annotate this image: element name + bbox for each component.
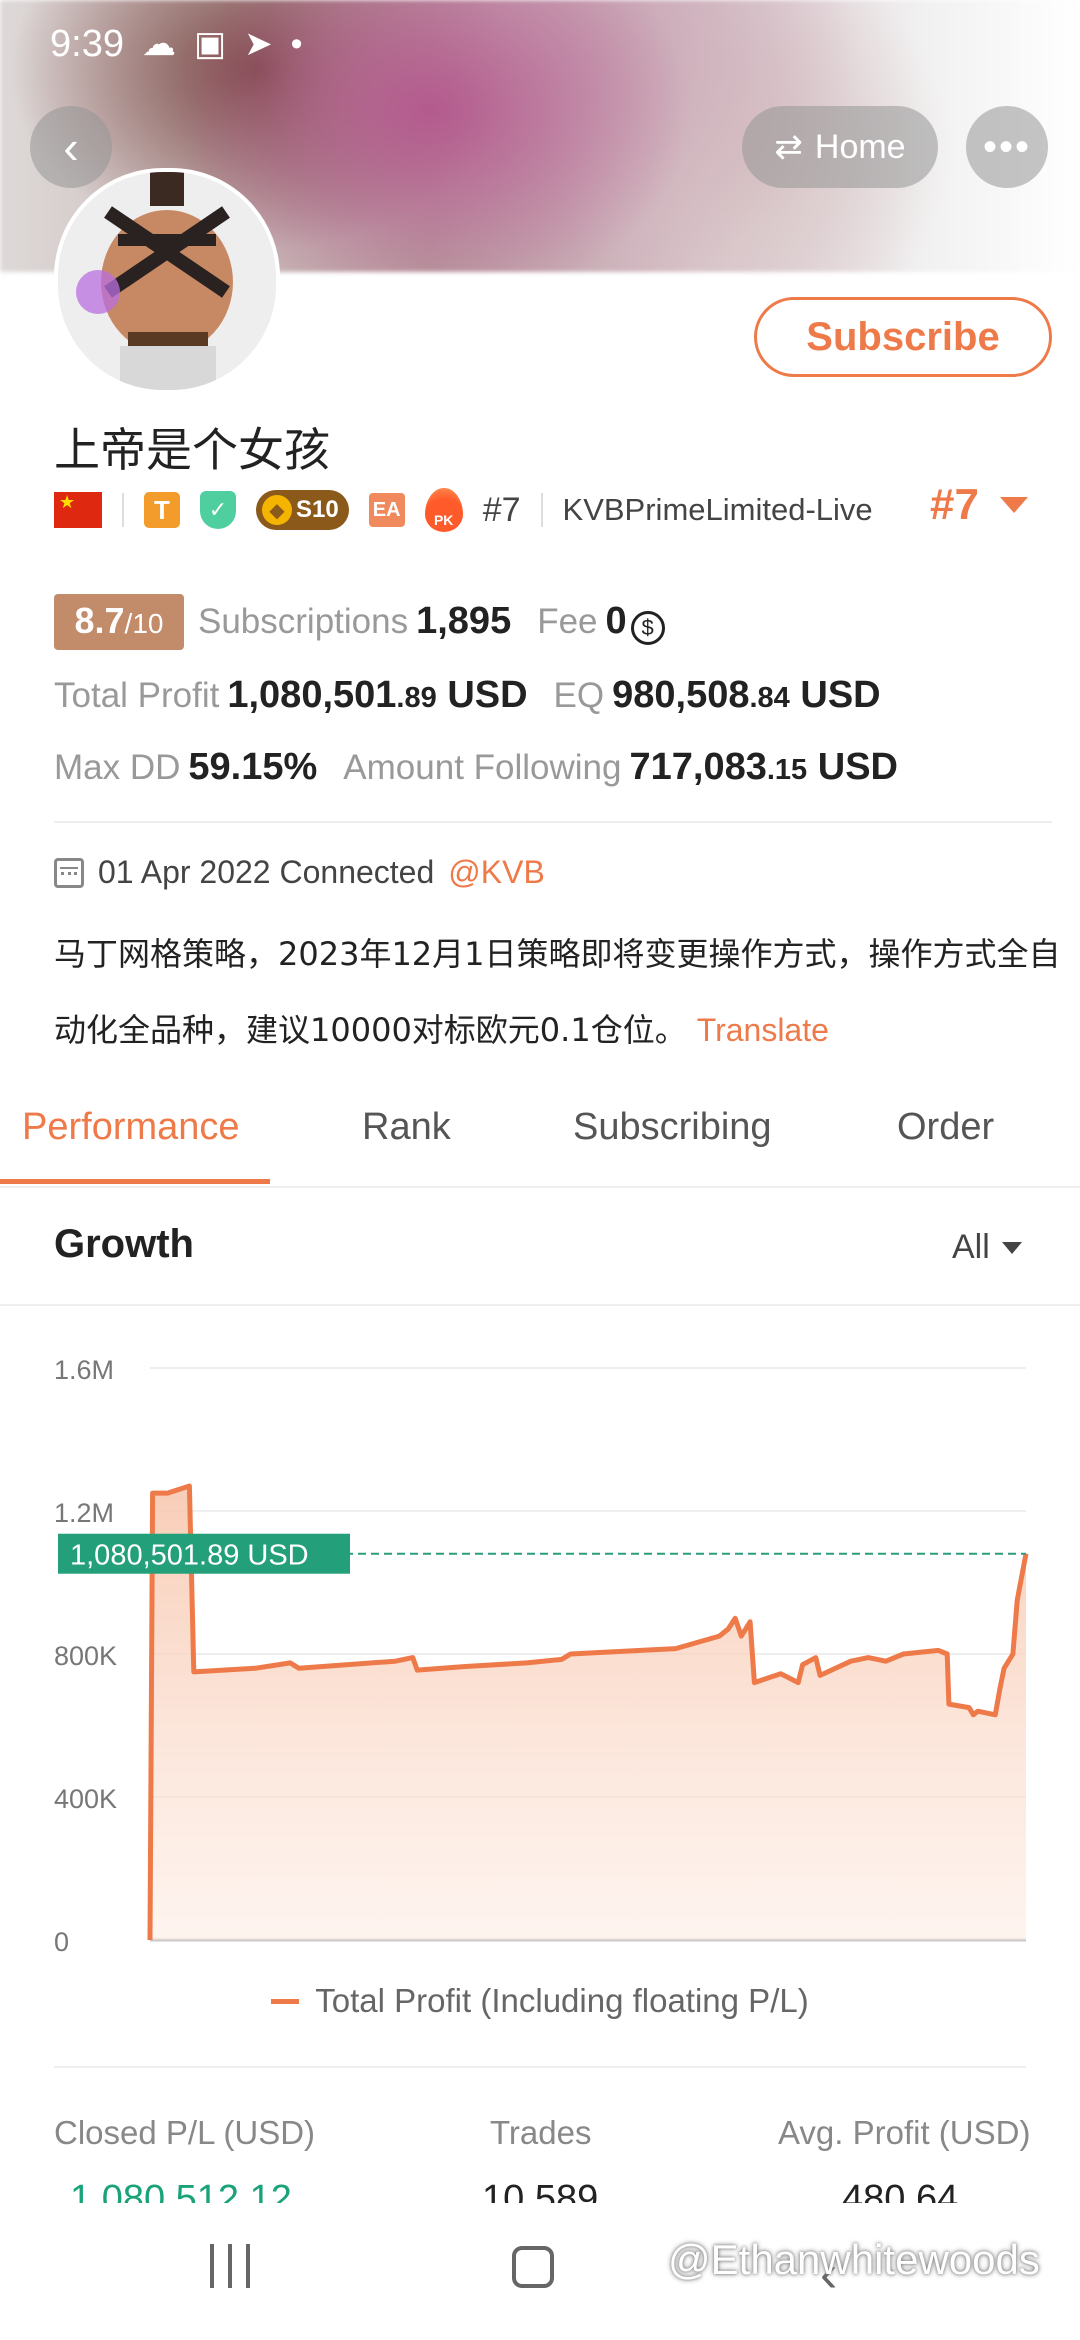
- swap-icon: ⇄: [774, 128, 803, 166]
- caret-down-icon[interactable]: [1000, 497, 1028, 513]
- more-dots-icon: •••: [982, 124, 1031, 169]
- fee-value: 0: [605, 600, 627, 642]
- status-bar: 9:39 ☁ ▣ ➤ •: [50, 20, 303, 68]
- diamond-icon: ◆: [262, 495, 292, 525]
- connected-date: 01 Apr 2022 Connected: [98, 854, 435, 890]
- growth-chart[interactable]: 0400K800K1.2M1.6M 1,080,501.89 USD 10 No…: [0, 1320, 1080, 1960]
- trades-label: Trades: [490, 2114, 592, 2151]
- description-text: 马丁网格策略，2023年12月1日策略即将变更操作方式，操作方式全自动化全品种，…: [54, 935, 1061, 1049]
- china-flag-icon: [54, 492, 102, 528]
- range-dropdown[interactable]: All: [952, 1228, 1022, 1267]
- weather-icon: ☁: [141, 25, 176, 63]
- recents-icon: [210, 2244, 214, 2288]
- y-tick-label: 400K: [54, 1784, 117, 1814]
- broker-name: KVBPrimeLimited-Live: [562, 492, 873, 527]
- subscriptions-label: Subscriptions: [198, 602, 409, 641]
- tab-bar: Performance Rank Subscribing Order: [0, 1100, 1080, 1188]
- y-tick-label: 800K: [54, 1641, 117, 1671]
- divider: [54, 821, 1052, 823]
- connected-row: 01 Apr 2022 Connected @KVB: [54, 854, 545, 891]
- y-tick-label: 0: [54, 1927, 69, 1957]
- trades-value: 10,589: [482, 2178, 599, 2203]
- watermark: @Ethanwhitewoods: [668, 2236, 1040, 2283]
- pk-flame-icon: PK: [424, 488, 463, 532]
- max-dd-value: 59.15%: [188, 746, 318, 788]
- legend-swatch: [271, 1998, 300, 2004]
- avg-profit-label: Avg. Profit (USD): [778, 2114, 1031, 2151]
- caret-down-icon: [1001, 1241, 1022, 1254]
- more-button[interactable]: •••: [966, 106, 1048, 188]
- legend-label: Total Profit (Including floating P/L): [315, 1982, 809, 2019]
- home-label: Home: [814, 127, 906, 166]
- closed-pl-value: 1,080,512.12: [70, 2178, 292, 2203]
- season-label: S10: [296, 496, 339, 523]
- stats-row-1: 8.7 /10 Subscriptions 1,895 Fee 0 $: [54, 594, 665, 650]
- score-badge: 8.7 /10: [54, 594, 184, 650]
- chevron-left-icon: ‹: [63, 121, 79, 173]
- max-dd-label: Max DD: [54, 748, 181, 787]
- verified-shield-icon: ✓: [200, 491, 236, 529]
- subscribe-button[interactable]: Subscribe: [754, 297, 1052, 377]
- eq-value: 980,508.84 USD: [612, 674, 881, 716]
- tab-rank[interactable]: Rank: [362, 1106, 451, 1149]
- closed-pl-label: Closed P/L (USD): [54, 2114, 316, 2151]
- avatar[interactable]: [54, 168, 280, 394]
- score-denominator: /10: [124, 608, 164, 639]
- send-icon: ➤: [244, 25, 273, 63]
- badge-row: T ✓ ◆ S10 EA PK #7 KVBPrimeLimited-Live: [54, 486, 873, 534]
- gallery-icon: ▣: [193, 25, 227, 63]
- range-label: All: [952, 1228, 990, 1266]
- stats-row-2: Total Profit 1,080,501.89 USD EQ 980,508…: [54, 674, 881, 717]
- avatar-image: [58, 172, 276, 390]
- divider: [122, 493, 124, 527]
- tier-badge: T: [144, 492, 180, 528]
- profile-name: 上帝是个女孩: [54, 423, 330, 477]
- total-profit-value: 1,080,501.89 USD: [227, 674, 528, 716]
- tab-order[interactable]: Order: [897, 1106, 994, 1149]
- back-button[interactable]: ‹: [30, 106, 112, 188]
- broker-tag-link[interactable]: @KVB: [448, 854, 545, 891]
- amount-following-label: Amount Following: [343, 748, 622, 787]
- y-tick-label: 1.6M: [54, 1355, 114, 1385]
- strategy-description: 马丁网格策略，2023年12月1日策略即将变更操作方式，操作方式全自动化全品种，…: [54, 916, 1064, 1068]
- dot-icon: •: [290, 24, 303, 63]
- score-value: 8.7: [74, 600, 125, 641]
- season-badge: ◆ S10: [256, 490, 349, 530]
- divider: [540, 493, 543, 527]
- home-nav-button[interactable]: [512, 2246, 554, 2288]
- rank-badge[interactable]: #7: [930, 480, 979, 530]
- fee-label: Fee: [537, 602, 598, 641]
- rank-label: #7: [482, 490, 521, 529]
- amount-following-value: 717,083.15 USD: [629, 746, 899, 788]
- tab-indicator: [0, 1179, 270, 1184]
- current-value-marker: 1,080,501.89 USD: [58, 1533, 1026, 1574]
- ea-badge: EA: [368, 493, 405, 527]
- y-tick-label: 1.2M: [54, 1498, 114, 1528]
- tab-performance[interactable]: Performance: [22, 1106, 240, 1149]
- home-button[interactable]: ⇄ Home: [742, 106, 938, 188]
- recents-button[interactable]: [210, 2244, 250, 2288]
- eq-label: EQ: [553, 676, 605, 715]
- calendar-icon: [54, 857, 84, 888]
- translate-link[interactable]: Translate: [697, 1012, 829, 1048]
- chart-legend[interactable]: Total Profit (Including floating P/L): [0, 1982, 1080, 2020]
- stats-row-3: Max DD 59.15% Amount Following 717,083.1…: [54, 746, 898, 789]
- current-value-label: 1,080,501.89 USD: [70, 1540, 309, 1572]
- total-profit-label: Total Profit: [54, 676, 220, 715]
- coin-icon: $: [630, 611, 665, 645]
- subscriptions-value: 1,895: [416, 600, 512, 642]
- growth-title: Growth: [54, 1222, 194, 1266]
- tab-subscribing[interactable]: Subscribing: [573, 1106, 772, 1149]
- avg-profit-value: 480.64: [842, 2178, 959, 2203]
- divider: [54, 2066, 1026, 2068]
- clock: 9:39: [50, 22, 124, 65]
